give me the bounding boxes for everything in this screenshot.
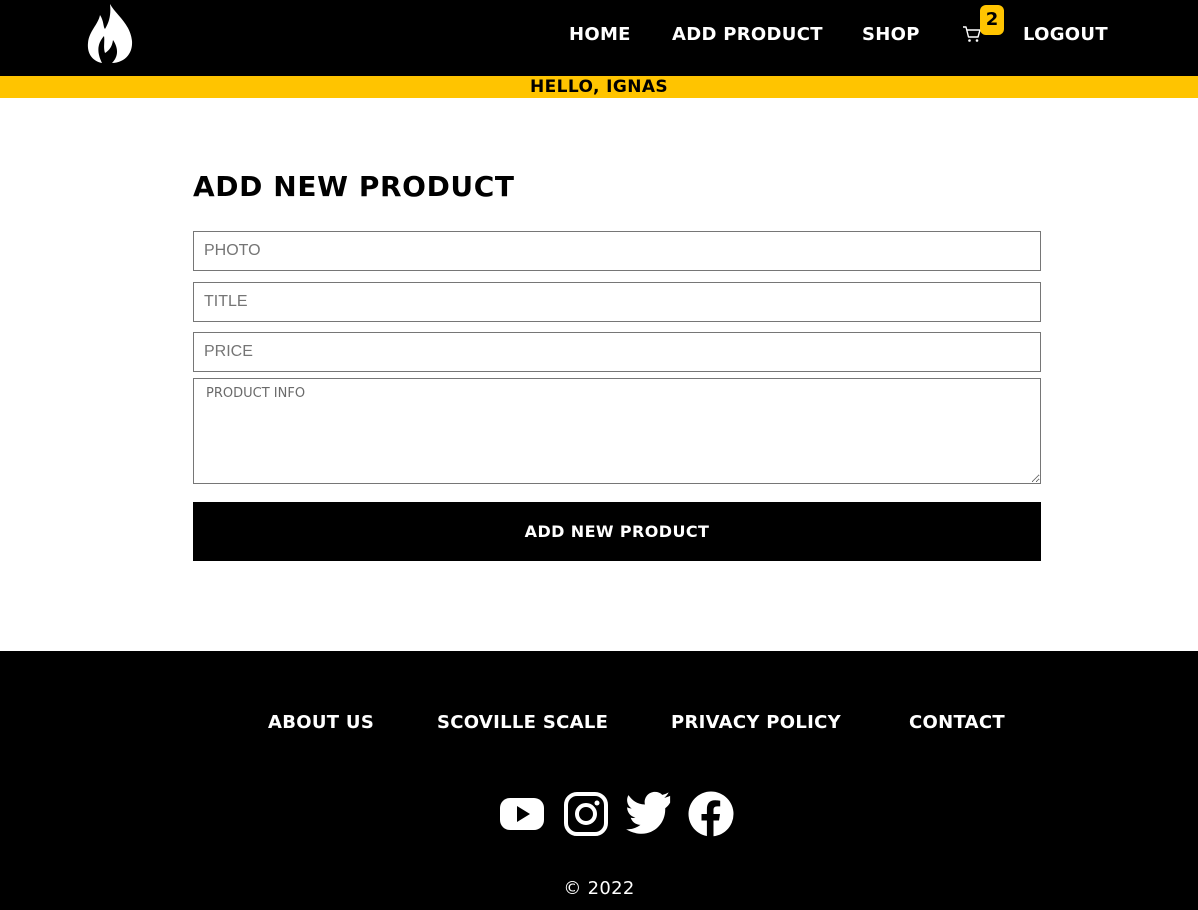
title-input[interactable] [193, 282, 1041, 322]
nav-shop[interactable]: SHOP [862, 24, 920, 45]
twitter-icon[interactable] [626, 791, 672, 837]
site-footer: ABOUT US SCOVILLE SCALE PRIVACY POLICY C… [0, 651, 1198, 910]
price-input[interactable] [193, 332, 1041, 372]
footer-link-contact[interactable]: CONTACT [909, 712, 1005, 733]
flame-icon[interactable] [86, 3, 134, 63]
page-title: ADD NEW PRODUCT [193, 170, 515, 203]
instagram-icon[interactable] [563, 791, 609, 837]
nav-home[interactable]: HOME [569, 24, 631, 45]
footer-link-privacy-policy[interactable]: PRIVACY POLICY [671, 712, 841, 733]
greeting-bar: HELLO, IGNAS [0, 76, 1198, 98]
cart-count-badge: 2 [980, 5, 1004, 35]
add-new-product-button[interactable]: ADD NEW PRODUCT [193, 502, 1041, 561]
nav-add-product[interactable]: ADD PRODUCT [672, 24, 823, 45]
youtube-icon[interactable] [499, 791, 545, 837]
product-info-textarea[interactable] [193, 378, 1041, 484]
cart-icon[interactable] [962, 24, 982, 44]
nav-logout[interactable]: LOGOUT [1023, 24, 1108, 45]
greeting-text: HELLO, IGNAS [529, 77, 669, 97]
copyright-text: © 2022 [563, 878, 635, 899]
site-header: HOME ADD PRODUCT SHOP 2 LOGOUT [0, 0, 1198, 76]
footer-link-about-us[interactable]: ABOUT US [268, 712, 374, 733]
photo-input[interactable] [193, 231, 1041, 271]
footer-link-scoville-scale[interactable]: SCOVILLE SCALE [437, 712, 608, 733]
facebook-icon[interactable] [688, 791, 734, 837]
